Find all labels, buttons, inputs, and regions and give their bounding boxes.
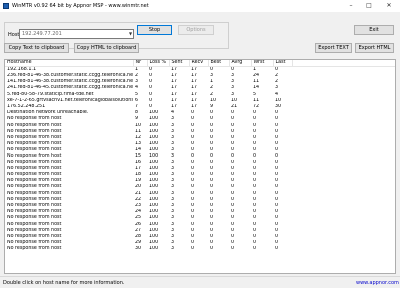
stat-cell: 100: [149, 246, 159, 252]
table-row[interactable]: No response from host 30 100 3 0 0 0 0 0: [5, 246, 395, 252]
winmtr-app-icon: [3, 3, 9, 9]
stat-cell: 0: [275, 246, 279, 252]
stat-cell: 0: [191, 246, 195, 252]
stat-cell: 0: [210, 246, 214, 252]
hostname-cell: xe-7-1-2-65.grtvsachv1.net.telefonicaglo…: [7, 97, 133, 103]
trace-results-table: Hostname Nr Loss % Sent Recv Best Avrg W…: [5, 60, 395, 253]
hostname-cell: No response from host: [7, 246, 62, 252]
options-button[interactable]: Options: [178, 25, 214, 35]
host-input[interactable]: 192.249.77.201: [19, 29, 134, 39]
row-filler: [292, 246, 395, 252]
copy-html-button[interactable]: Copy HTML to clipboard: [74, 43, 139, 53]
export-text-button[interactable]: Export TEXT: [315, 43, 352, 53]
maximize-icon[interactable]: □: [362, 1, 376, 11]
chevron-down-icon[interactable]: ▼: [127, 30, 134, 38]
status-text: Double click on host name for more infor…: [3, 280, 125, 286]
main-client-area: Host: 192.249.77.201 ▼ Stop Options Exit…: [0, 12, 400, 276]
title-bar: WinMTR v0.92 64 bit by Appnor MSP - www.…: [0, 0, 400, 12]
exit-button[interactable]: Exit: [354, 25, 394, 35]
window-title: WinMTR v0.92 64 bit by Appnor MSP - www.…: [12, 3, 149, 9]
stop-button[interactable]: Stop: [137, 25, 172, 35]
hostname-cell: 241.red-81-46-45.customer.static.ccgg.te…: [7, 85, 133, 91]
stat-cell: 0: [253, 246, 257, 252]
export-html-button[interactable]: Export HTML: [355, 43, 394, 53]
copy-text-button[interactable]: Copy Text to clipboard: [4, 43, 69, 53]
trace-table[interactable]: Hostname Nr Loss % Sent Recv Best Avrg W…: [4, 59, 396, 274]
minimize-icon[interactable]: –: [344, 1, 358, 11]
stat-cell: 30: [135, 246, 142, 252]
column-header[interactable]: Loss %: [147, 60, 170, 67]
appnor-link[interactable]: www.appnor.com: [356, 280, 399, 286]
stat-cell: 0: [231, 246, 235, 252]
close-icon[interactable]: ✕: [382, 1, 396, 11]
stat-cell: 3: [171, 246, 175, 252]
status-bar: Double click on host name for more infor…: [0, 276, 400, 288]
trace-table-body: 192.168.1.1 1 0 17 17 0 0 1 0 236.red-81-46-38.cu…: [5, 67, 395, 253]
